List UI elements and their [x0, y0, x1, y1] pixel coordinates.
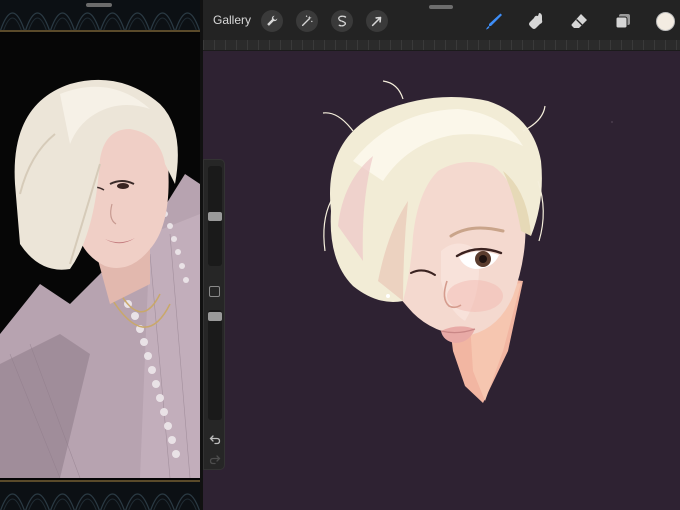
- layers-tool[interactable]: [612, 10, 634, 32]
- arrow-cursor-icon: [371, 16, 382, 27]
- smudge-tool[interactable]: [526, 10, 548, 32]
- canvas-speck: [611, 121, 613, 123]
- brush-opacity-slider[interactable]: [208, 310, 222, 420]
- canvas-ruler: [203, 40, 680, 51]
- wrench-icon: [267, 15, 278, 26]
- multitask-handle[interactable]: [429, 5, 453, 9]
- brush-size-slider[interactable]: [208, 166, 222, 266]
- layers-icon: [615, 14, 630, 29]
- redo-icon: [209, 455, 221, 465]
- brush-sidebar: [203, 159, 225, 470]
- gallery-button[interactable]: Gallery: [213, 13, 251, 27]
- undo-icon: [209, 435, 221, 445]
- actions-button[interactable]: [261, 10, 283, 32]
- undo-button[interactable]: [208, 432, 222, 446]
- drawing-canvas[interactable]: [203, 51, 680, 510]
- brush-tool[interactable]: [483, 10, 505, 32]
- smudge-icon: [529, 13, 543, 29]
- reference-drag-handle[interactable]: [86, 3, 112, 7]
- selection-button[interactable]: [331, 10, 353, 32]
- selection-s-icon: [337, 15, 347, 27]
- eraser-icon: [571, 14, 587, 28]
- portrait-illustration: [322, 80, 546, 403]
- magic-wand-icon: [301, 15, 313, 27]
- color-picker[interactable]: [656, 12, 675, 31]
- modify-button[interactable]: [209, 286, 220, 297]
- brush-opacity-thumb[interactable]: [208, 312, 222, 321]
- adjustments-button[interactable]: [296, 10, 318, 32]
- eraser-tool[interactable]: [569, 10, 591, 32]
- brush-size-thumb[interactable]: [208, 212, 222, 221]
- brush-icon: [486, 13, 502, 30]
- transform-button[interactable]: [366, 10, 388, 32]
- redo-button[interactable]: [208, 452, 222, 466]
- top-toolbar: Gallery: [203, 0, 680, 40]
- reference-image-pane[interactable]: [0, 0, 200, 510]
- reference-photo: [0, 34, 200, 478]
- procreate-app: Gallery: [203, 0, 680, 510]
- decorative-border-bottom: [0, 480, 200, 510]
